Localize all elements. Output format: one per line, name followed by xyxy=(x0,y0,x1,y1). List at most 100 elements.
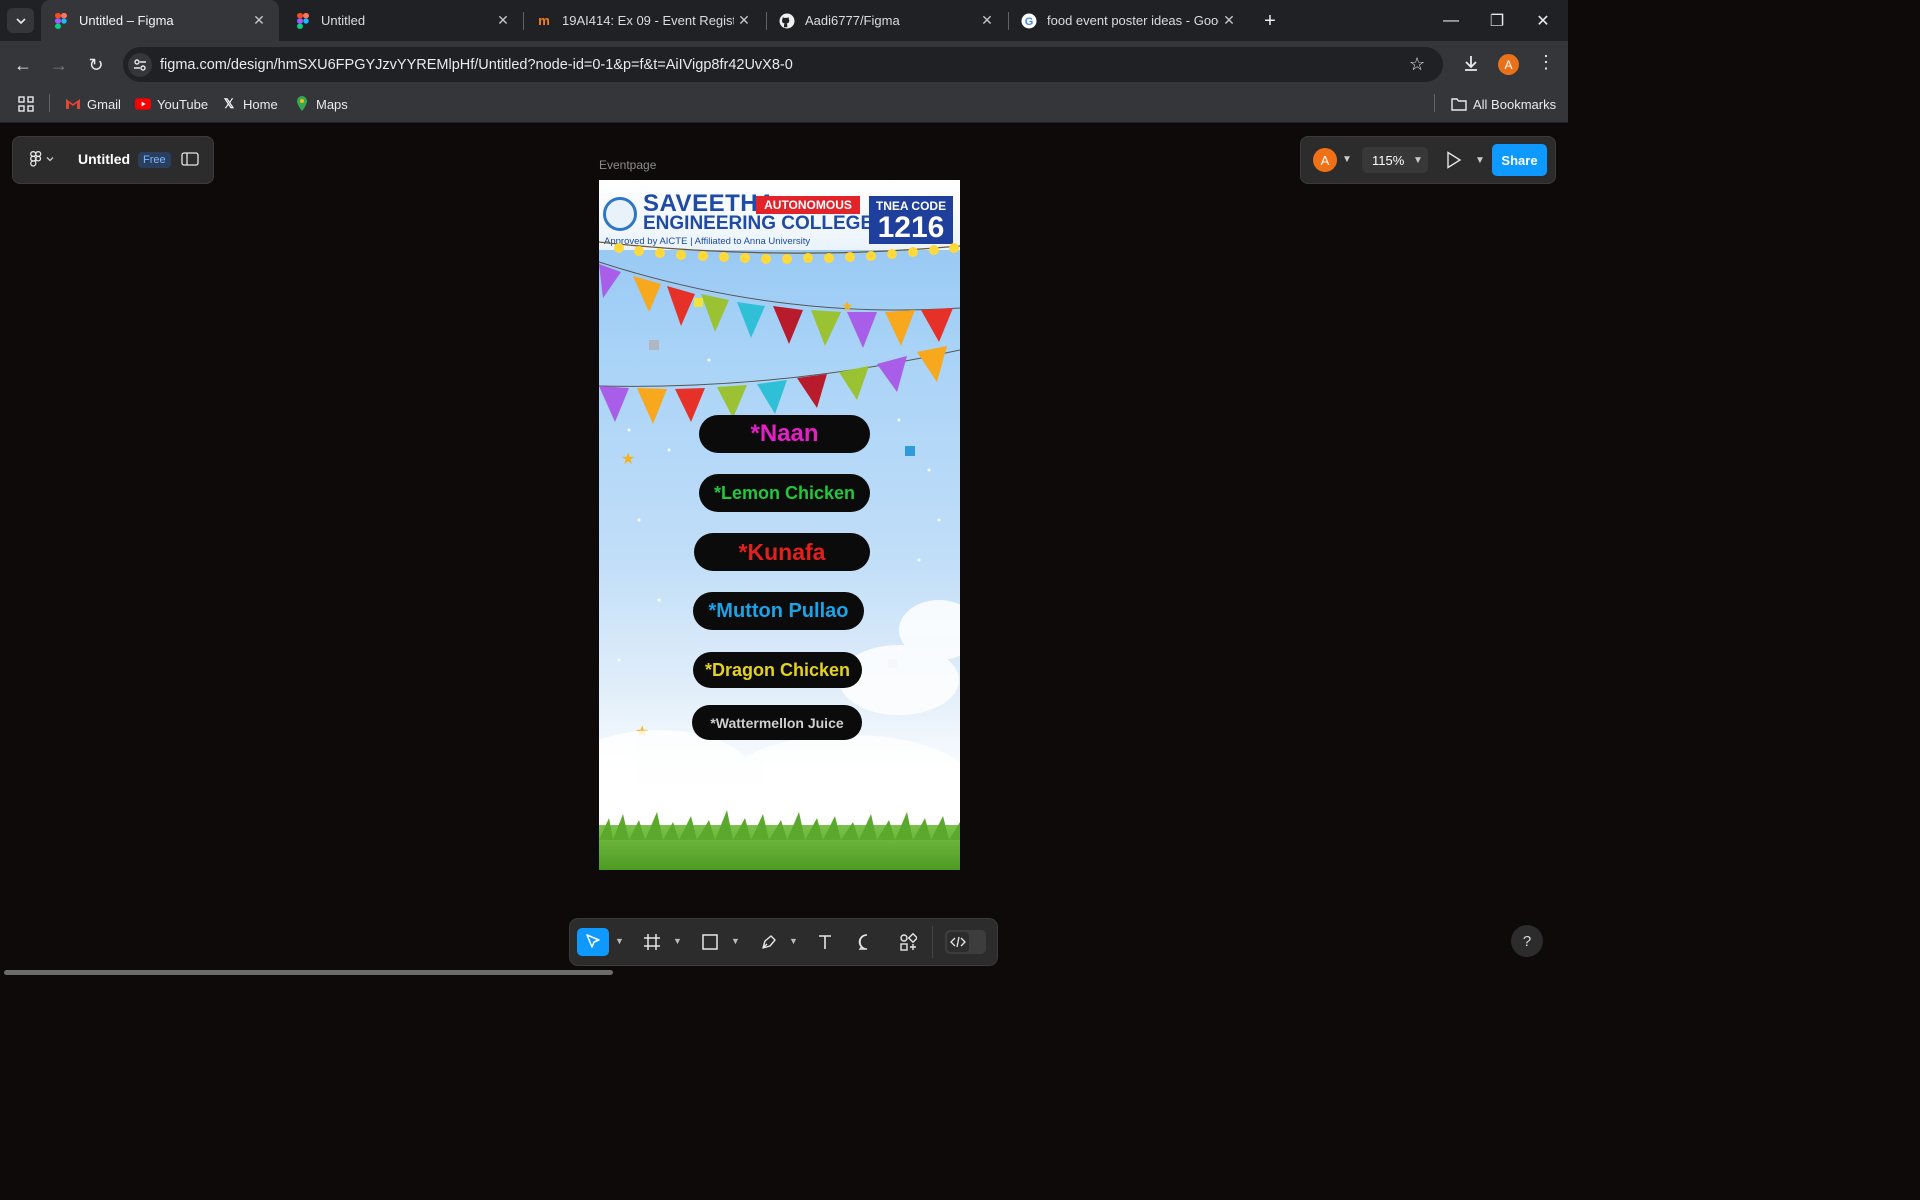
present-chevron-icon[interactable]: ▼ xyxy=(1475,155,1485,166)
close-icon[interactable]: ✕ xyxy=(734,11,754,31)
close-icon[interactable]: ✕ xyxy=(1219,11,1239,31)
shape-tool-button[interactable] xyxy=(698,928,722,956)
tab-title: 19AI414: Ex 09 - Event Registrat xyxy=(562,13,734,28)
dev-mode-toggle[interactable] xyxy=(945,930,986,954)
pen-icon xyxy=(762,935,776,949)
tab-search-button[interactable] xyxy=(7,8,34,33)
plan-badge[interactable]: Free xyxy=(138,152,171,168)
tab-untitled[interactable]: Untitled ✕ xyxy=(283,0,523,41)
bookmark-label: Gmail xyxy=(87,96,121,112)
new-tab-button[interactable]: + xyxy=(1258,9,1282,33)
more-menu-icon[interactable]: ⋮ xyxy=(1537,52,1555,73)
resources-tool-button[interactable] xyxy=(896,928,920,956)
chevron-down-icon xyxy=(15,17,26,24)
forward-button[interactable]: → xyxy=(46,52,72,78)
bookmark-gmail[interactable]: Gmail xyxy=(65,95,121,113)
close-icon[interactable]: ✕ xyxy=(493,11,513,31)
address-bar[interactable]: figma.com/design/hmSXU6FPGYJzvYYREMlpHf/… xyxy=(123,47,1443,82)
cursor-icon xyxy=(586,934,600,948)
pen-tool-button[interactable] xyxy=(757,928,781,956)
menu-item-label: *Naan xyxy=(750,420,819,447)
help-button[interactable]: ? xyxy=(1511,925,1543,957)
bookmark-maps[interactable]: Maps xyxy=(294,95,348,113)
menu-item-wattermellon-juice[interactable]: *Wattermellon Juice xyxy=(692,705,862,740)
svg-text:G: G xyxy=(1025,16,1034,28)
bookmark-home[interactable]: 𝕏 Home xyxy=(221,95,278,113)
text-tool-button[interactable] xyxy=(813,928,837,956)
profile-avatar[interactable]: A xyxy=(1498,54,1519,75)
components-icon xyxy=(900,933,917,951)
eventpage-frame[interactable]: SAVEETHA AUTONOMOUS ENGINEERING COLLEGE … xyxy=(599,180,960,870)
frame-icon xyxy=(644,934,660,950)
close-icon[interactable]: ✕ xyxy=(249,11,269,31)
url-text: figma.com/design/hmSXU6FPGYJzvYYREMlpHf/… xyxy=(160,56,793,73)
zoom-level: 115% xyxy=(1372,152,1405,168)
minimize-button[interactable]: — xyxy=(1428,0,1474,41)
bookmarks-divider xyxy=(1434,94,1435,112)
restore-button[interactable]: ❐ xyxy=(1474,0,1520,41)
tab-event-registration[interactable]: m 19AI414: Ex 09 - Event Registrat ✕ xyxy=(524,0,764,41)
chevron-down-icon[interactable]: ▼ xyxy=(1342,154,1352,165)
file-name[interactable]: Untitled xyxy=(78,151,130,167)
tab-untitled-figma[interactable]: Untitled – Figma ✕ xyxy=(41,0,279,41)
menu-item-dragon-chicken[interactable]: *Dragon Chicken xyxy=(693,652,862,688)
bookmark-label: Home xyxy=(243,96,278,112)
moodle-icon: m xyxy=(538,13,550,28)
present-icon[interactable] xyxy=(1446,151,1462,174)
svg-text:★: ★ xyxy=(841,299,854,315)
chevron-down-icon[interactable]: ▼ xyxy=(789,936,798,946)
reload-button[interactable]: ↻ xyxy=(83,52,109,78)
close-window-button[interactable]: ✕ xyxy=(1520,0,1566,41)
chevron-down-icon xyxy=(46,157,54,162)
rectangle-icon xyxy=(702,934,718,950)
chevron-down-icon[interactable]: ▼ xyxy=(731,936,740,946)
tab-google-search[interactable]: G food event poster ideas - Goog ✕ xyxy=(1009,0,1249,41)
menu-item-label: *Wattermellon Juice xyxy=(710,714,844,731)
share-button[interactable]: Share xyxy=(1492,144,1547,176)
download-icon[interactable] xyxy=(1461,53,1481,78)
apps-icon[interactable] xyxy=(18,95,34,113)
close-icon[interactable]: ✕ xyxy=(977,11,997,31)
text-icon xyxy=(819,935,831,949)
chevron-down-icon[interactable]: ▼ xyxy=(615,936,624,946)
tab-title: Aadi6777/Figma xyxy=(805,13,900,28)
comment-icon xyxy=(858,934,868,950)
tab-github-figma[interactable]: Aadi6777/Figma ✕ xyxy=(767,0,1007,41)
google-icon: G xyxy=(1021,13,1037,29)
youtube-icon xyxy=(135,96,151,112)
toggle-sidebar-icon[interactable] xyxy=(181,152,199,171)
menu-item-label: *Mutton Pullao xyxy=(708,599,849,622)
folder-icon xyxy=(1451,96,1467,112)
menu-item-lemon-chicken[interactable]: *Lemon Chicken xyxy=(699,474,870,512)
toolbar-divider xyxy=(932,926,933,958)
horizontal-scrollbar[interactable] xyxy=(4,970,613,975)
figma-icon xyxy=(295,12,311,29)
bunting-decoration: ★ ★ ★ xyxy=(599,241,960,825)
site-settings-icon[interactable] xyxy=(128,52,152,77)
bookmark-label: YouTube xyxy=(157,96,209,112)
tab-title: food event poster ideas - Goog xyxy=(1047,13,1219,28)
frame-tool-button[interactable] xyxy=(640,928,664,956)
all-bookmarks[interactable]: All Bookmarks xyxy=(1451,95,1556,113)
gmail-icon xyxy=(65,96,81,112)
bookmark-star-icon[interactable]: ☆ xyxy=(1409,54,1425,75)
zoom-chevron-icon[interactable]: ▼ xyxy=(1413,155,1423,166)
bottom-toolbar xyxy=(569,918,998,966)
chevron-down-icon[interactable]: ▼ xyxy=(673,936,682,946)
x-icon: 𝕏 xyxy=(223,96,235,111)
tab-title: Untitled – Figma xyxy=(79,13,174,28)
back-button[interactable]: ← xyxy=(10,52,36,78)
move-tool-button[interactable] xyxy=(577,928,609,956)
menu-item-label: *Lemon Chicken xyxy=(713,482,856,503)
menu-item-mutton-pullao[interactable]: *Mutton Pullao xyxy=(693,592,864,630)
menu-item-naan[interactable]: *Naan xyxy=(699,415,870,453)
bookmark-youtube[interactable]: YouTube xyxy=(135,95,208,113)
figma-icon xyxy=(30,151,42,167)
code-icon xyxy=(947,932,969,952)
user-avatar[interactable]: A xyxy=(1313,148,1337,172)
frame-label[interactable]: Eventpage xyxy=(599,158,656,172)
comment-tool-button[interactable] xyxy=(855,928,879,956)
menu-item-kunafa[interactable]: *Kunafa xyxy=(694,533,870,571)
main-menu-button[interactable] xyxy=(30,151,54,167)
bookmark-label: Maps xyxy=(316,96,348,112)
